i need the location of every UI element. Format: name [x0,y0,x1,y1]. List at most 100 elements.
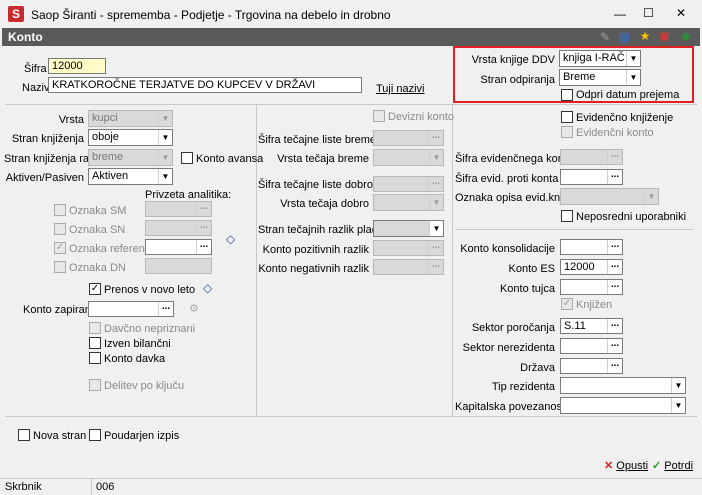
chevron-down-icon[interactable]: ▼ [671,398,685,413]
ellipsis-icon[interactable]: ... [196,240,211,254]
potrdi-button[interactable]: ✓ Potrdi [652,459,693,473]
davcno-nepriznani-checkbox [89,322,101,334]
poudarjen-izpis-checkbox[interactable] [89,429,101,441]
right-inner-divider [455,229,693,230]
chevron-down-icon[interactable]: ▼ [626,70,640,85]
knjizen-checkbox: ✓ [561,298,573,310]
link-icon: ⚙ [189,303,199,315]
chevron-down-icon[interactable]: ▼ [158,130,172,145]
book-open-icon[interactable]: ◇ [226,232,235,246]
ellipsis-icon[interactable]: ... [607,170,622,184]
evidencno-knjizenje-checkbox[interactable] [561,111,573,123]
knjizen-label: Knjižen [576,299,613,311]
konto-davka-label: Konto davka [104,353,166,365]
chevron-down-icon: ▼ [158,111,172,126]
star-icon[interactable]: ★ [638,29,652,43]
ellipsis-icon[interactable]: ... [158,302,173,316]
stran-tecajnih-label: Stran tečajnih razlik plačila [258,224,389,236]
title-bar: S Saop Širanti - sprememba - Podjetje - … [0,0,702,28]
vrsta-value: kupci [92,112,118,124]
konto-zapiranja-input[interactable]: ... [88,301,174,317]
odpri-datum-label: Odpri datum prejema [576,89,680,101]
stran-knjizenja-select[interactable]: oboje ▼ [88,129,173,146]
sifra-tecajne-dobro-label: Šifra tečajne liste dobro [258,179,373,191]
oznaka-referenta-input[interactable]: ... [145,239,212,255]
neposredni-checkbox[interactable] [561,210,573,222]
opusti-button[interactable]: ✕ Opusti [604,459,648,473]
left-divider [256,104,257,416]
naziv-input[interactable]: KRATKOROČNE TERJATVE DO KUPCEV V DRŽAVI [48,77,362,93]
sektor-nerezidenta-input[interactable]: ... [560,338,623,354]
edit-icon[interactable]: ✎ [598,30,612,44]
ellipsis-icon[interactable]: ... [607,319,622,333]
stran-knjizenja-rac-label: Stran knjiženja rač. [4,153,98,165]
stran-odpiranja-select[interactable]: Breme ▼ [559,69,641,86]
sifra-tecajne-breme-label: Šifra tečajne liste breme [258,134,376,146]
chevron-down-icon[interactable]: ▼ [429,221,443,236]
ellipsis-icon[interactable]: ... [607,359,622,373]
ellipsis-icon[interactable]: ... [607,339,622,353]
sifra-tecajne-breme-input: ... [373,130,444,146]
nova-stran-checkbox[interactable] [18,429,30,441]
minimize-button[interactable]: — [614,7,626,21]
chevron-down-icon[interactable]: ▼ [158,169,172,184]
ellipsis-icon[interactable]: ... [607,260,622,274]
close-button[interactable]: ✕ [676,6,686,20]
form-title: Konto [8,30,43,44]
prenos-checkbox[interactable]: ✓ [89,283,101,295]
vrsta-label: Vrsta [58,114,84,126]
oznaka-dn-checkbox [54,261,66,273]
oznaka-sm-input: ... [145,201,212,217]
oznaka-sn-input: ... [145,220,212,236]
konto-konsolidacije-input[interactable]: ... [560,239,623,255]
konto-negativnih-input: ... [373,259,444,275]
kapitalska-select[interactable]: ▼ [560,397,686,414]
aktiven-pasiven-select[interactable]: Aktiven ▼ [88,168,173,185]
tuji-nazivi-link[interactable]: Tuji nazivi [376,83,425,95]
sifra-label: Šifra [24,63,47,75]
sektor-porocanja-input[interactable]: S.11... [560,318,623,334]
konto-davka-checkbox[interactable] [89,352,101,364]
chevron-down-icon[interactable]: ▼ [626,51,640,66]
izven-bilancni-checkbox[interactable] [89,337,101,349]
ellipsis-icon: ... [196,202,211,216]
sektor-porocanja-value: S.11 [564,320,586,332]
oznaka-opisa-select: ▼ [560,188,659,205]
sifra-evid-proti-input[interactable]: ... [560,169,623,185]
chevron-down-icon[interactable]: ▼ [671,378,685,393]
oznaka-dn-input [145,258,212,274]
konto-avansa-checkbox[interactable] [181,152,193,164]
right-divider [452,104,453,416]
sifra-evidencnega-input: ... [560,149,623,165]
sifra-tecajne-dobro-input: ... [373,176,444,192]
evidencni-konto-label: Evidenčni konto [576,127,654,139]
ellipsis-icon[interactable]: ... [607,280,622,294]
tip-rezidenta-select[interactable]: ▼ [560,377,686,394]
top-divider [5,104,697,105]
ellipsis-icon[interactable]: ... [607,240,622,254]
devizni-konto-label: Devizni konto [388,111,455,123]
ellipsis-icon: ... [428,241,443,255]
vrsta-knjige-select[interactable]: knjiga I-RAČ ▼ [559,50,641,67]
sifra-input[interactable]: 12000 [48,58,106,74]
opusti-label: Opusti [616,460,649,472]
vrsta-tecaja-breme-label: Vrsta tečaja breme [277,153,369,165]
prenos-label: Prenos v novo leto [104,284,196,296]
sifra-evidencnega-label: Šifra evidenčnega konta [455,153,574,165]
chevron-down-icon: ▼ [429,150,443,165]
book-open-icon[interactable]: ◇ [203,281,212,295]
konto-tujca-input[interactable]: ... [560,279,623,295]
export-icon[interactable]: ▣ [658,29,672,43]
status-code: 006 [96,481,115,493]
drzava-input[interactable]: ... [560,358,623,374]
chevron-down-icon: ▼ [644,189,658,204]
cancel-icon: ✕ [604,460,614,472]
book-icon[interactable]: ◆ [679,29,693,43]
oznaka-dn-label: Oznaka DN [69,262,126,274]
odpri-datum-checkbox[interactable] [561,89,573,101]
grid-icon[interactable]: ▦ [617,30,631,44]
maximize-button[interactable]: ☐ [643,6,654,20]
stran-knjizenja-rac-value: breme [92,151,124,163]
konto-es-input[interactable]: 12000... [560,259,623,275]
stran-tecajnih-select[interactable]: ▼ [373,220,444,237]
